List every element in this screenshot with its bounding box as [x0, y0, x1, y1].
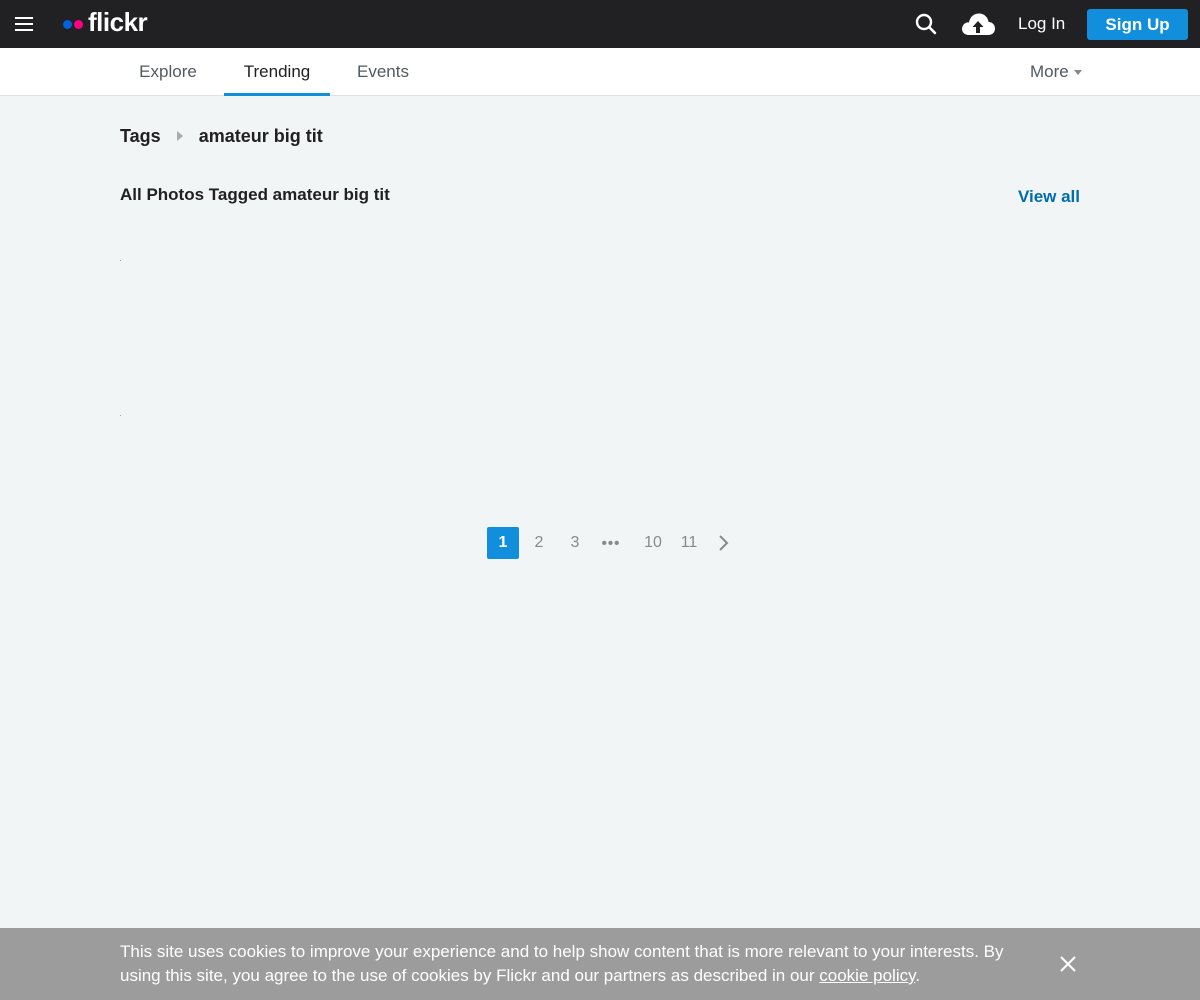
breadcrumb: Tags amateur big tit: [120, 124, 323, 148]
tab-explore[interactable]: Explore: [120, 48, 216, 96]
cookie-banner: This site uses cookies to improve your e…: [0, 928, 1200, 1000]
photo-placeholder[interactable]: [120, 415, 121, 416]
cookie-message: This site uses cookies to improve your e…: [120, 940, 1040, 988]
login-link[interactable]: Log In: [1018, 14, 1065, 34]
section-title: All Photos Tagged amateur big tit: [120, 185, 390, 204]
caret-down-icon: [1073, 69, 1082, 75]
photo-placeholder[interactable]: [120, 260, 121, 261]
close-icon[interactable]: [1058, 954, 1078, 974]
top-navigation-bar: flickr Log In Sign Up: [0, 0, 1200, 48]
signup-button[interactable]: Sign Up: [1087, 9, 1188, 40]
pagination: 1 2 3 ••• 10 11: [487, 527, 735, 559]
cookie-text-end: .: [915, 966, 921, 985]
logo-text: flickr: [88, 6, 148, 37]
more-label: More: [1030, 62, 1069, 81]
view-all-link[interactable]: View all: [1018, 187, 1080, 207]
page-button-current[interactable]: 1: [487, 527, 519, 559]
page-button[interactable]: 11: [673, 527, 705, 559]
page-button[interactable]: 10: [637, 527, 669, 559]
cookie-policy-link[interactable]: cookie policy: [819, 966, 915, 985]
page-button[interactable]: 3: [559, 527, 591, 559]
flickr-logo[interactable]: flickr: [63, 6, 148, 39]
tab-trending[interactable]: Trending: [224, 48, 330, 96]
pagination-ellipsis: •••: [601, 534, 621, 552]
search-icon[interactable]: [914, 12, 938, 36]
page-button[interactable]: 2: [523, 527, 555, 559]
chevron-right-icon[interactable]: [711, 527, 735, 559]
more-dropdown[interactable]: More: [1030, 48, 1082, 96]
logo-pink-dot: [74, 19, 83, 29]
chevron-right-icon: [176, 131, 183, 141]
logo-blue-dot: [63, 19, 72, 29]
upload-cloud-icon[interactable]: [960, 10, 996, 38]
menu-icon[interactable]: [15, 16, 33, 32]
secondary-navigation: Explore Trending Events More: [0, 48, 1200, 96]
breadcrumb-tags-link[interactable]: Tags: [120, 126, 161, 147]
breadcrumb-current-tag: amateur big tit: [198, 125, 323, 146]
tab-events[interactable]: Events: [338, 48, 428, 96]
